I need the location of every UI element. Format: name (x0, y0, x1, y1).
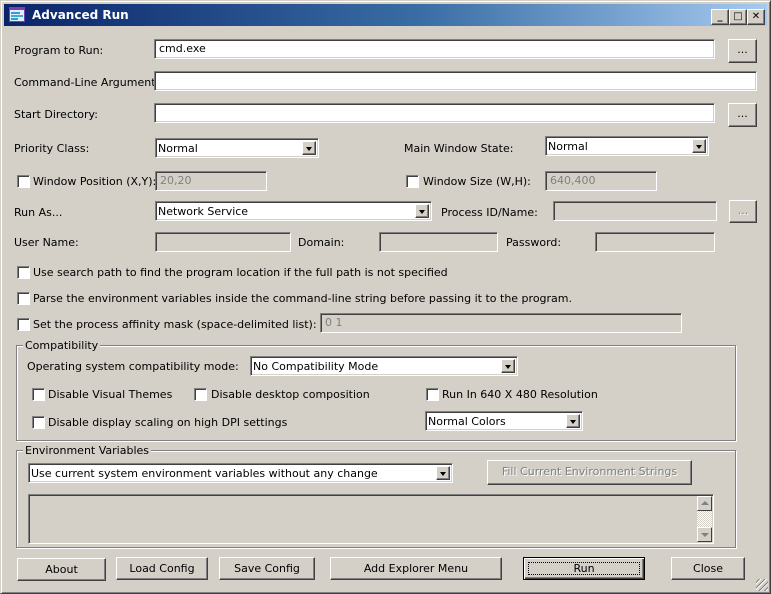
run-640x480-checkbox[interactable] (426, 388, 439, 401)
colors-dropdown[interactable]: Normal Colors (425, 411, 583, 431)
chevron-down-icon[interactable] (692, 139, 706, 153)
program-label: Program to Run: (14, 44, 104, 57)
disable-dpi-scaling-label: Disable display scaling on high DPI sett… (48, 416, 288, 429)
run-as-label: Run As... (14, 206, 63, 219)
close-icon: ✕ (751, 11, 761, 22)
arguments-label: Command-Line Arguments: (14, 76, 165, 89)
run-as-dropdown[interactable]: Network Service (155, 201, 432, 221)
window-title: Advanced Run (32, 8, 129, 22)
disable-visual-themes-checkbox[interactable] (32, 388, 45, 401)
save-config-button[interactable]: Save Config (219, 557, 315, 580)
arguments-input[interactable] (154, 71, 757, 91)
password-label: Password: (506, 236, 562, 249)
user-name-input[interactable] (155, 232, 291, 252)
maximize-button[interactable]: □ (729, 9, 747, 25)
load-config-button[interactable]: Load Config (116, 557, 208, 580)
window-size-label: Window Size (W,H): (423, 175, 531, 188)
disable-dpi-scaling-checkbox[interactable] (32, 416, 45, 429)
affinity-checkbox[interactable] (17, 318, 30, 331)
domain-label: Domain: (298, 236, 345, 249)
main-window-state-dropdown[interactable]: Normal (545, 136, 709, 156)
start-dir-label: Start Directory: (14, 108, 98, 121)
environment-strings-textarea[interactable] (28, 494, 714, 544)
main-window-state-label: Main Window State: (404, 142, 514, 155)
search-path-checkbox[interactable] (17, 266, 30, 279)
window-size-checkbox[interactable] (406, 175, 419, 188)
window-position-label: Window Position (X,Y): (33, 175, 157, 188)
search-path-label: Use search path to find the program loca… (33, 266, 448, 279)
os-mode-dropdown[interactable]: No Compatibility Mode (250, 356, 518, 376)
chevron-down-icon[interactable] (302, 141, 316, 155)
run-640x480-label: Run In 640 X 480 Resolution (442, 388, 598, 401)
close-window-button[interactable]: ✕ (747, 9, 765, 25)
window-position-checkbox[interactable] (17, 175, 30, 188)
about-button[interactable]: About (17, 558, 106, 581)
disable-desktop-composition-checkbox[interactable] (194, 388, 207, 401)
main-window-state-value: Normal (548, 140, 588, 153)
minimize-button[interactable]: _ (711, 9, 729, 25)
resize-grip-icon[interactable] (756, 579, 768, 591)
priority-dropdown[interactable]: Normal (155, 138, 319, 158)
run-button[interactable]: Run (523, 557, 645, 580)
minimize-icon: _ (717, 11, 723, 22)
scroll-up-arrow-icon[interactable] (697, 496, 712, 511)
window-position-input[interactable]: 20,20 (155, 171, 267, 191)
os-mode-value: No Compatibility Mode (253, 360, 379, 373)
maximize-icon: □ (733, 11, 743, 22)
chevron-down-icon[interactable] (501, 359, 515, 373)
start-dir-input[interactable] (154, 103, 715, 123)
process-browse-button[interactable]: ... (729, 200, 757, 223)
domain-input[interactable] (379, 232, 498, 252)
close-button[interactable]: Close (671, 557, 745, 580)
disable-visual-themes-label: Disable Visual Themes (48, 388, 173, 401)
chevron-down-icon[interactable] (415, 204, 429, 218)
chevron-down-icon[interactable] (566, 414, 580, 428)
affinity-label: Set the process affinity mask (space-del… (33, 318, 317, 331)
parse-env-label: Parse the environment variables inside t… (33, 292, 572, 305)
title-bar[interactable]: Advanced Run _ □ ✕ (4, 4, 767, 26)
parse-env-checkbox[interactable] (17, 292, 30, 305)
priority-value: Normal (158, 142, 198, 155)
colors-value: Normal Colors (428, 415, 506, 428)
app-icon (9, 7, 25, 22)
os-mode-label: Operating system compatibility mode: (27, 360, 239, 373)
program-input[interactable]: cmd.exe (154, 39, 715, 59)
user-name-label: User Name: (14, 236, 79, 249)
scroll-down-arrow-icon[interactable] (697, 527, 712, 542)
chevron-down-icon[interactable] (436, 466, 450, 480)
fill-environment-button[interactable]: Fill Current Environment Strings (487, 460, 692, 485)
environment-mode-dropdown[interactable]: Use current system environment variables… (28, 463, 453, 483)
disable-desktop-composition-label: Disable desktop composition (211, 388, 370, 401)
window-size-input[interactable]: 640,400 (545, 171, 657, 191)
affinity-input[interactable]: 0 1 (320, 313, 682, 333)
process-input[interactable] (553, 201, 717, 221)
compatibility-title: Compatibility (23, 339, 101, 352)
environment-title: Environment Variables (23, 444, 152, 457)
run-as-value: Network Service (158, 205, 249, 218)
password-input[interactable] (595, 232, 715, 252)
program-browse-button[interactable]: ... (728, 39, 757, 63)
focus-rectangle (528, 562, 640, 575)
start-dir-browse-button[interactable]: ... (728, 103, 757, 127)
process-label: Process ID/Name: (441, 206, 538, 219)
scrollbar-track[interactable] (697, 511, 712, 527)
priority-label: Priority Class: (14, 142, 90, 155)
advanced-run-window: Advanced Run _ □ ✕ Program to Run: cmd.e… (0, 0, 771, 594)
add-explorer-menu-button[interactable]: Add Explorer Menu (330, 557, 502, 580)
environment-mode-value: Use current system environment variables… (31, 467, 378, 480)
